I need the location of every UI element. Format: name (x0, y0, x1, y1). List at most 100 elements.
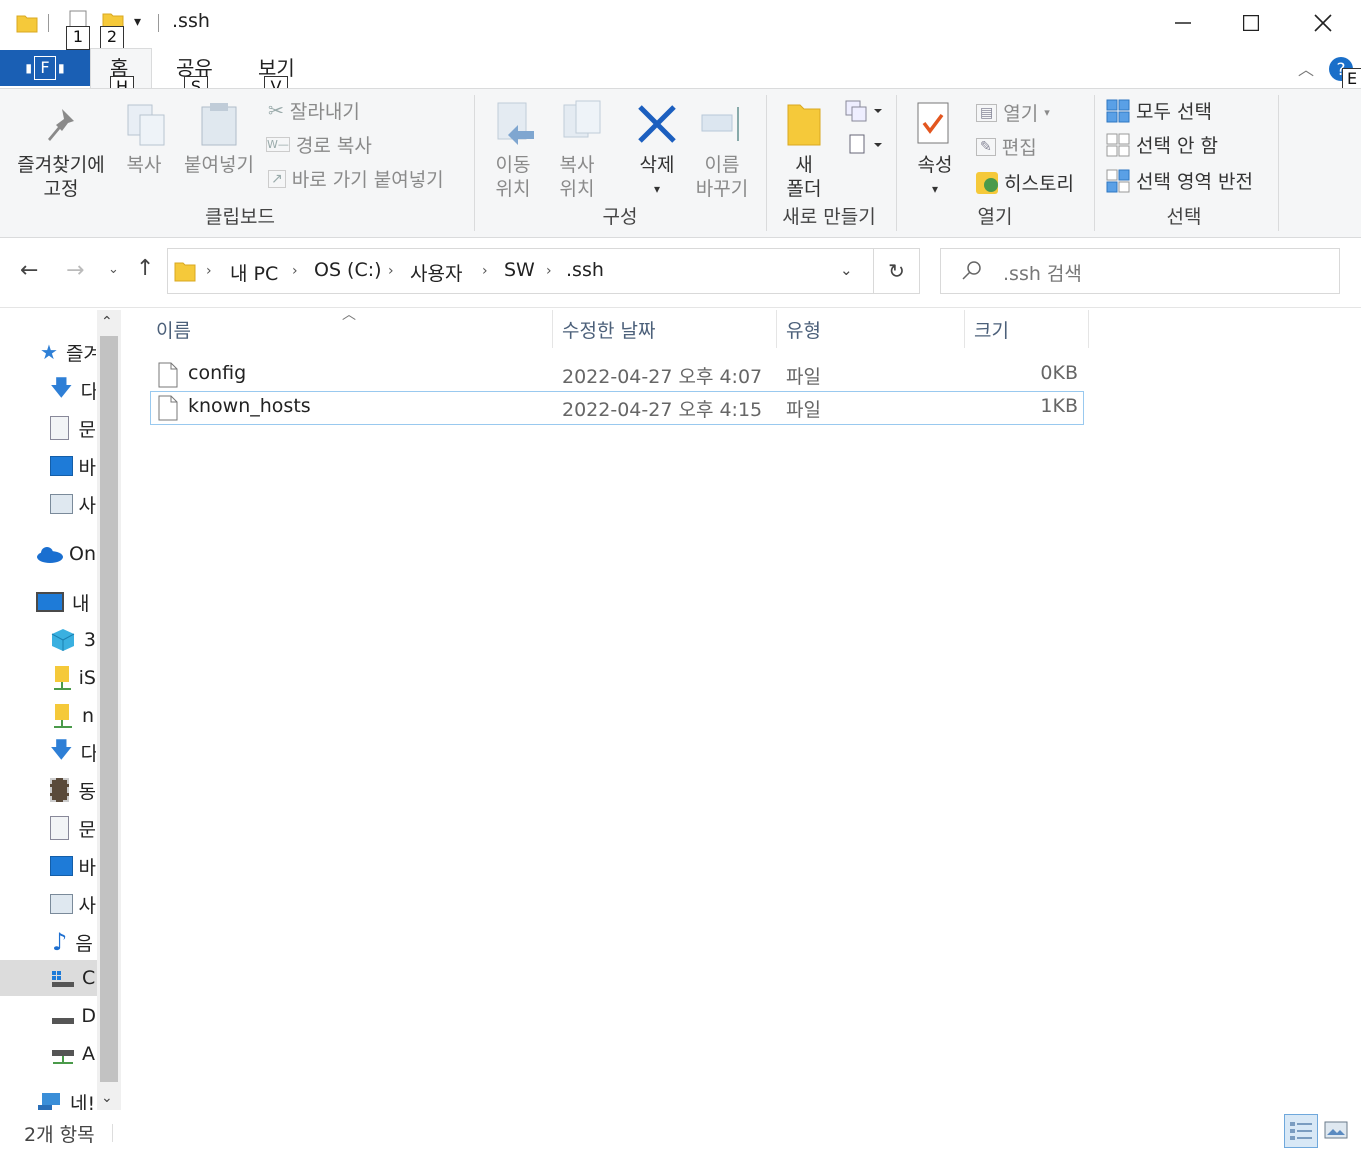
breadcrumb-separator-icon: › (388, 263, 394, 279)
delete-icon[interactable] (636, 103, 678, 145)
paste-shortcut-button[interactable]: ↗ 바로 가기 붙여넣기 (268, 165, 444, 192)
column-separator[interactable] (964, 310, 965, 348)
collapse-ribbon-icon[interactable]: ︿ (1298, 56, 1314, 80)
tab-file[interactable]: ▮ F ▮ (0, 50, 90, 86)
paste-shortcut-icon: ↗ (268, 169, 286, 188)
large-icons-view-button[interactable] (1324, 1120, 1348, 1140)
file-type: 파일 (786, 366, 821, 388)
search-box[interactable]: .ssh 검색 (940, 248, 1340, 294)
copy-to-button[interactable]: 복사 위치 (548, 153, 606, 201)
nav-item-pictures[interactable]: 사 (50, 488, 96, 520)
nav-item-downloads[interactable]: 🡇 다 (50, 374, 96, 406)
nav-item-desktop-2[interactable]: 바 (50, 850, 96, 882)
download-arrow-icon: 🡇 (50, 738, 73, 763)
properties-icon[interactable] (916, 101, 952, 149)
nav-item-pictures-2[interactable]: 사 (50, 888, 96, 920)
breadcrumb-os-c[interactable]: OS (C:) (314, 259, 382, 281)
rename-button[interactable]: 이름 바꾸기 (690, 153, 754, 201)
address-dropdown-icon[interactable]: ⌄ (840, 261, 853, 279)
close-button[interactable] (1288, 0, 1358, 46)
history-button[interactable]: 히스토리 (976, 169, 1074, 196)
nav-item-downloads-2[interactable]: 🡇 다 (50, 736, 96, 768)
nav-item-this-pc[interactable]: 내 (36, 586, 96, 618)
nav-item-desktop[interactable]: 바 (50, 450, 96, 482)
music-note-icon: ♪ (52, 928, 68, 956)
back-arrow-icon[interactable]: ← (20, 258, 38, 283)
copy-to-icon[interactable] (560, 99, 604, 145)
move-to-button[interactable]: 이동 위치 (484, 153, 542, 201)
copy-icon[interactable] (126, 103, 168, 147)
column-header-date[interactable]: 수정한 날짜 (562, 316, 655, 343)
cut-button[interactable]: ✂ 잘라내기 (268, 97, 360, 124)
cloud-icon (37, 547, 63, 563)
nav-item-network-drive-2[interactable]: n (52, 700, 96, 732)
table-row[interactable]: config 2022-04-27 오후 4:07 파일 0KB (150, 358, 1084, 392)
select-all-button[interactable]: 모두 선택 (1106, 97, 1212, 124)
nav-item-documents[interactable]: 문 (50, 412, 96, 444)
pin-icon[interactable] (40, 105, 78, 143)
copy-button[interactable]: 복사 (122, 153, 166, 177)
file-name: known_hosts (188, 395, 311, 417)
copy-path-button[interactable]: W— 경로 복사 (266, 131, 372, 158)
delete-button[interactable]: 삭제 ▾ (630, 153, 684, 201)
column-header-type[interactable]: 유형 (786, 316, 821, 343)
nav-item-label: 문 (78, 818, 96, 841)
rename-icon[interactable] (700, 103, 748, 145)
nav-item-onedrive[interactable]: On (36, 538, 96, 570)
rename-line2: 바꾸기 (695, 178, 749, 200)
nav-item-label: 사 (78, 494, 96, 517)
column-header-size[interactable]: 크기 (974, 316, 1009, 343)
easy-access-icon[interactable] (844, 133, 882, 157)
nav-item-videos[interactable]: 동 (50, 774, 96, 806)
move-to-icon[interactable] (494, 101, 538, 147)
nav-item-quick-access[interactable]: ★ 즐겨 (40, 336, 96, 368)
forward-arrow-icon[interactable]: → (66, 258, 84, 283)
up-arrow-icon[interactable]: ↑ (136, 256, 154, 281)
nav-item-network-drive-1[interactable]: iS (52, 662, 96, 694)
nav-scrollbar-thumb[interactable] (100, 336, 118, 1082)
nav-item-network-drive-a[interactable]: A (50, 1038, 96, 1070)
properties-button[interactable]: 속성 ▾ (908, 153, 962, 201)
nav-item-music[interactable]: ♪ 음 (52, 926, 96, 958)
breadcrumb-sw[interactable]: SW (504, 259, 535, 281)
column-separator[interactable] (776, 310, 777, 348)
nav-item-drive-d[interactable]: D (50, 1000, 96, 1032)
divider (1278, 95, 1279, 231)
new-folder-button[interactable]: 새 폴더 (778, 153, 830, 201)
refresh-button[interactable]: ↻ (874, 248, 920, 294)
details-view-button[interactable] (1284, 1114, 1318, 1148)
nav-item-drive-c[interactable]: C (50, 962, 96, 994)
pin-label-line2: 고정 (43, 178, 79, 200)
paste-button[interactable]: 붙여넣기 (176, 153, 262, 177)
breadcrumb-this-pc[interactable]: 내 PC (230, 259, 278, 286)
column-header-name[interactable]: 이름 (156, 316, 191, 343)
breadcrumb-users[interactable]: 사용자 (410, 259, 462, 286)
star-icon: ★ (40, 340, 58, 364)
paste-icon[interactable] (200, 101, 238, 147)
title-bar: 1 2 ▾ .ssh (0, 0, 1361, 50)
column-separator[interactable] (552, 310, 553, 348)
scroll-down-icon[interactable]: ⌄ (101, 1090, 113, 1106)
nav-item-label: 내 (72, 592, 90, 615)
select-all-icon (1106, 99, 1130, 122)
pin-to-quick-access-button[interactable]: 즐겨찾기에 고정 (8, 153, 114, 201)
table-row[interactable]: known_hosts 2022-04-27 오후 4:15 파일 1KB (150, 391, 1084, 425)
edit-button[interactable]: ✎ 편집 (976, 133, 1037, 160)
new-item-icon[interactable] (844, 99, 882, 123)
address-bar[interactable]: › 내 PC › OS (C:) › 사용자 › SW › .ssh ⌄ (167, 248, 874, 294)
divider (158, 14, 159, 32)
qa-dropdown-icon[interactable]: ▾ (134, 14, 141, 30)
recent-locations-chevron-icon[interactable]: ⌄ (108, 262, 119, 277)
select-none-button[interactable]: 선택 안 함 (1106, 131, 1218, 158)
minimize-button[interactable] (1148, 0, 1218, 46)
nav-item-label: 문 (78, 418, 96, 441)
nav-item-3d-objects[interactable]: 3 (50, 624, 96, 656)
open-button[interactable]: ▤ 열기 ▾ (976, 99, 1050, 126)
new-folder-icon[interactable] (786, 101, 822, 147)
column-separator[interactable] (1088, 310, 1089, 348)
scroll-up-icon[interactable]: ⌃ (101, 314, 113, 330)
nav-item-documents-2[interactable]: 문 (50, 812, 96, 844)
breadcrumb-ssh[interactable]: .ssh (566, 259, 604, 281)
invert-selection-button[interactable]: 선택 영역 반전 (1106, 167, 1253, 194)
maximize-button[interactable] (1216, 0, 1286, 46)
